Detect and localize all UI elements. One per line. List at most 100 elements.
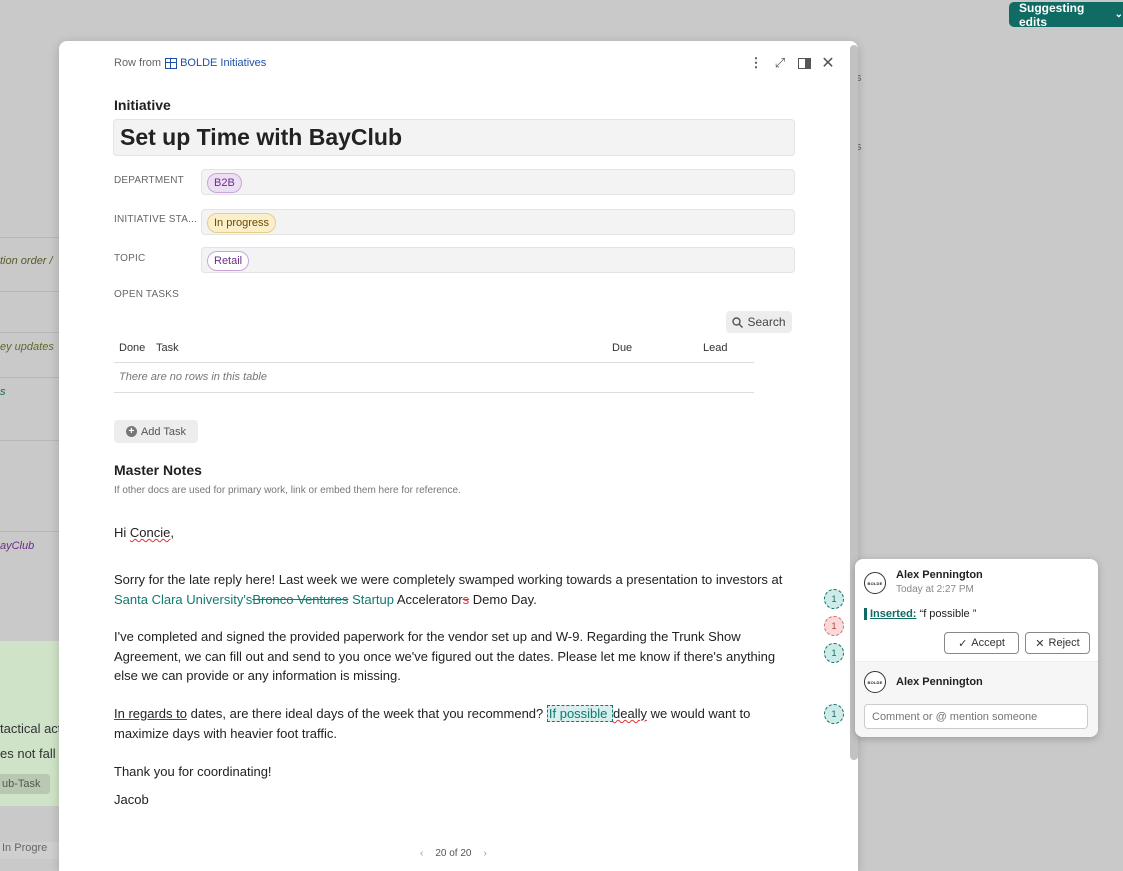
inserted-text: “f possible ”	[916, 608, 977, 620]
topic-field[interactable]: Retail	[201, 247, 795, 273]
bg-row: tion order /	[0, 237, 60, 291]
status-chip: In progress	[207, 213, 277, 233]
accept-button[interactable]: ✓ Accept	[944, 632, 1019, 654]
expand-icon[interactable]: ⤢	[773, 55, 787, 71]
bg-row-text: ey updates	[0, 341, 54, 353]
department-chip: B2B	[207, 173, 242, 193]
text: Hi	[114, 525, 130, 540]
modal-toolbar: ⋮ ⤢ ✕	[749, 55, 835, 72]
bg-row	[0, 440, 60, 531]
add-task-label: Add Task	[140, 425, 187, 438]
pager-text: 20 of 20	[435, 848, 472, 859]
bg-row-text: tion order /	[0, 255, 53, 267]
reject-button[interactable]: ✕ Reject	[1025, 632, 1090, 654]
bg-bottom-text: In Progre	[2, 842, 48, 854]
initiative-status-label: INITIATIVE STA...	[114, 214, 198, 225]
text: Accelerator	[393, 591, 463, 607]
search-label: Search	[747, 315, 786, 329]
bg-row: ayClub	[0, 531, 60, 572]
column-due[interactable]: Due	[612, 342, 632, 354]
suggestion-marker[interactable]: 1	[824, 589, 844, 609]
avatar-logo-text: BOLDE	[867, 580, 883, 586]
underlined-text: In regards to	[114, 706, 187, 721]
reject-label: Reject	[1048, 637, 1080, 649]
inserted-label[interactable]: Inserted:	[870, 608, 916, 620]
department-label: DEPARTMENT	[114, 175, 184, 186]
avatar: BOLDE	[864, 671, 886, 693]
column-task[interactable]: Task	[156, 342, 179, 354]
suggested-deletion[interactable]: Bronco Ventures	[252, 592, 348, 607]
text: Demo Day.	[469, 591, 537, 607]
misspelled-word: Concie	[129, 525, 171, 540]
doc-greeting[interactable]: Hi Concie,	[114, 523, 784, 543]
row-detail-modal: Row from BOLDE Initiatives ⋮ ⤢ ✕ Initiat…	[59, 41, 858, 871]
more-vertical-icon[interactable]: ⋮	[749, 55, 763, 71]
table-icon	[165, 57, 178, 69]
tasks-empty-message: There are no rows in this table	[114, 363, 754, 393]
bg-green-text: es not fall	[0, 746, 56, 761]
pager: ‹ 20 of 20 ›	[420, 848, 487, 859]
tasks-table: Done Task Due Lead There are no rows in …	[114, 336, 754, 393]
chevron-left-icon[interactable]: ‹	[420, 848, 423, 859]
doc-paragraph-2[interactable]: I've completed and signed the provided p…	[114, 627, 784, 686]
doc-signature[interactable]: Jacob	[114, 790, 784, 810]
suggesting-edits-label: Suggesting edits	[1019, 0, 1085, 29]
text: ,	[170, 525, 174, 540]
initiative-status-field[interactable]: In progress	[201, 209, 795, 235]
open-tasks-label: OPEN TASKS	[114, 289, 179, 300]
column-lead[interactable]: Lead	[703, 342, 727, 354]
avatar-logo-text: BOLDE	[867, 679, 883, 685]
database-name: BOLDE Initiatives	[180, 57, 267, 69]
suggesting-edits-button[interactable]: Suggesting edits ⌄	[1009, 0, 1123, 29]
bg-subtask-button: ub-Task	[0, 774, 50, 794]
tasks-table-header: Done Task Due Lead	[114, 336, 754, 363]
search-icon	[732, 316, 744, 328]
text: dates, are there ideal days of the week …	[187, 706, 547, 721]
master-notes-title: Master Notes	[114, 462, 202, 478]
close-icon[interactable]: ✕	[821, 55, 835, 72]
side-panel-icon[interactable]	[797, 55, 811, 71]
chevron-right-icon[interactable]: ›	[484, 848, 487, 859]
misspelled-word: deally	[613, 706, 647, 721]
row-from-breadcrumb: Row from BOLDE Initiatives	[114, 57, 266, 69]
bg-green-block: tactical act es not fall ub-Task	[0, 641, 61, 806]
master-notes-subtitle: If other docs are used for primary work,…	[114, 485, 461, 496]
database-link[interactable]: BOLDE Initiatives	[165, 57, 266, 69]
bg-row-text: s	[0, 386, 6, 398]
plus-circle-icon: +	[125, 426, 137, 437]
bg-row-text: ayClub	[0, 540, 35, 552]
suggestion-comment-card: BOLDE Alex Pennington Today at 2:27 PM I…	[855, 559, 1098, 737]
reply-section: BOLDE Alex Pennington	[855, 661, 1098, 737]
suggested-insertion[interactable]: If possible	[546, 705, 614, 722]
suggestion-marker[interactable]: 1	[824, 616, 844, 636]
suggested-insertion[interactable]: Startup	[352, 592, 394, 607]
suggested-insertion[interactable]: Santa Clara University's	[114, 592, 252, 607]
bg-row	[0, 291, 60, 332]
comment-author: Alex Pennington	[896, 569, 983, 581]
column-done[interactable]: Done	[119, 342, 145, 354]
search-button[interactable]: Search	[726, 311, 792, 333]
topic-label: TOPIC	[114, 253, 146, 264]
suggestion-detail: Inserted: “f possible ”	[864, 608, 976, 620]
comment-input[interactable]	[864, 704, 1088, 729]
accept-label: Accept	[971, 637, 1005, 649]
text: Sorry for the late reply here! Last week…	[114, 572, 783, 587]
chevron-down-icon: ⌄	[1114, 9, 1123, 20]
add-task-button[interactable]: + Add Task	[114, 420, 198, 443]
row-from-label: Row from	[114, 57, 162, 69]
doc-paragraph-4[interactable]: Thank you for coordinating!	[114, 762, 784, 782]
comment-timestamp: Today at 2:27 PM	[896, 584, 974, 595]
department-field[interactable]: B2B	[201, 169, 795, 195]
bg-row: s	[0, 377, 60, 440]
suggestion-marker[interactable]: 1	[824, 704, 844, 724]
bg-row: ey updates	[0, 332, 60, 377]
doc-paragraph-1[interactable]: Sorry for the late reply here! Last week…	[114, 570, 784, 609]
initiative-label: Initiative	[114, 97, 171, 113]
reply-author: Alex Pennington	[896, 676, 983, 688]
initiative-title-input[interactable]: Set up Time with BayClub	[113, 119, 795, 156]
suggestion-marker[interactable]: 1	[824, 643, 844, 663]
x-icon: ✕	[1035, 637, 1045, 650]
doc-paragraph-3[interactable]: In regards to dates, are there ideal day…	[114, 704, 784, 743]
avatar: BOLDE	[864, 572, 886, 594]
topic-chip: Retail	[207, 251, 250, 271]
